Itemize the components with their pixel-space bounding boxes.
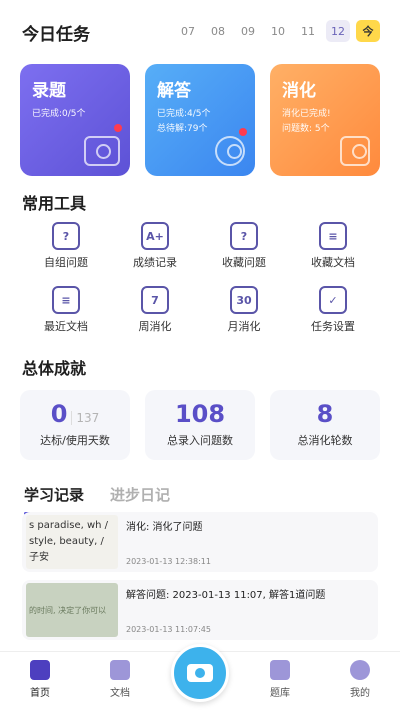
star-question-icon: ? [230, 222, 258, 250]
camera-capture-icon [187, 664, 213, 682]
tools-section-title: 常用工具 [22, 194, 87, 213]
stat-label: 总消化轮数 [297, 434, 353, 447]
tool-label: 周消化 [138, 320, 172, 333]
camera-icon [84, 136, 120, 166]
stat-days: 0 137 达标/使用天数 [20, 390, 130, 460]
home-icon [30, 660, 50, 680]
date-item-selected[interactable]: 12 [326, 20, 350, 42]
list-item[interactable]: s paradise, wh / style, beauty, / 子安 消化:… [22, 512, 378, 572]
achievement-stats: 0 137 达标/使用天数 108 总录入问题数 8 总消化轮数 [20, 390, 382, 460]
notification-dot [239, 128, 247, 136]
task-card-title: 解答 [157, 81, 191, 101]
stat-value: 8 [316, 400, 334, 428]
lightbulb-icon [215, 136, 245, 166]
record-thumbnail: 的时间, 决定了你可以 [26, 583, 118, 637]
nav-home[interactable]: 首页 [10, 660, 70, 699]
task-card-progress: 已完成:4/5个 [157, 109, 211, 119]
task-settings-icon: ✓ [319, 286, 347, 314]
stat-days-value: 0 [50, 400, 68, 428]
record-text: 消化: 消化了问题 [126, 522, 203, 533]
date-item[interactable]: 11 [296, 20, 320, 42]
stat-digest-rounds: 8 总消化轮数 [270, 390, 380, 460]
star-document-icon: ≡ [319, 222, 347, 250]
stat-questions: 108 总录入问题数 [145, 390, 255, 460]
record-list: s paradise, wh / style, beauty, / 子安 消化:… [22, 512, 378, 648]
record-text: 解答问题: 2023-01-13 11:07, 解答1道问题 [126, 590, 326, 601]
record-time: 2023-01-13 11:07:45 [126, 625, 211, 634]
header: 今日任务 07 08 09 10 11 12 今 [0, 0, 400, 60]
stat-value: 108 [174, 400, 226, 428]
stat-days-total: 137 [71, 411, 100, 425]
task-card-title: 录题 [32, 81, 66, 101]
bottom-nav: 首页 文档 题库 我的 [0, 644, 400, 711]
record-tabs: 学习记录 进步日记 [24, 484, 170, 515]
tab-progress-diary[interactable]: 进步日记 [110, 484, 170, 510]
tool-custom-question[interactable]: ? 自组问题 [26, 222, 106, 278]
tab-study-record[interactable]: 学习记录 [24, 484, 85, 515]
tool-grade-record[interactable]: A+ 成绩记录 [115, 222, 195, 278]
profile-icon [350, 660, 370, 680]
calendar-7-icon: 7 [141, 286, 169, 314]
task-card-status: 消化已完成! [282, 109, 331, 119]
date-item[interactable]: 09 [236, 20, 260, 42]
task-card-answer[interactable]: 解答 已完成:4/5个 总待解:79个 [145, 64, 255, 176]
tool-recent-documents[interactable]: ≡ 最近文档 [26, 286, 106, 342]
nav-profile[interactable]: 我的 [330, 660, 390, 699]
task-card-digest[interactable]: 消化 消化已完成! 问题数: 5个 [270, 64, 380, 176]
notification-dot [114, 124, 122, 132]
task-card-record[interactable]: 录题 已完成:0/5个 [20, 64, 130, 176]
task-cards: 录题 已完成:0/5个 解答 已完成:4/5个 总待解:79个 消化 消化已完成… [20, 64, 380, 176]
nav-label: 我的 [350, 688, 370, 699]
tool-task-settings[interactable]: ✓ 任务设置 [293, 286, 373, 342]
tool-monthly-digest[interactable]: 30 月消化 [204, 286, 284, 342]
task-card-title: 消化 [282, 81, 316, 101]
calendar-30-icon: 30 [230, 286, 258, 314]
nav-label: 文档 [110, 688, 130, 699]
task-card-pending: 总待解:79个 [157, 124, 208, 134]
document-icon [110, 660, 130, 680]
list-item[interactable]: 的时间, 决定了你可以 解答问题: 2023-01-13 11:07, 解答1道… [22, 580, 378, 640]
task-card-progress: 已完成:0/5个 [32, 109, 86, 119]
date-item[interactable]: 08 [206, 20, 230, 42]
record-time: 2023-01-13 12:38:11 [126, 557, 211, 566]
tool-label: 最近文档 [44, 320, 88, 333]
today-button[interactable]: 今 [356, 20, 380, 42]
tool-label: 自组问题 [44, 256, 88, 269]
stat-label: 达标/使用天数 [40, 434, 110, 447]
recent-document-icon: ≡ [52, 286, 80, 314]
record-thumbnail: s paradise, wh / style, beauty, / 子安 [26, 515, 118, 569]
question-doc-icon: ? [52, 222, 80, 250]
question-bank-icon [270, 660, 290, 680]
tool-label: 成绩记录 [133, 256, 177, 269]
tool-label: 收藏问题 [222, 256, 266, 269]
page-title: 今日任务 [22, 25, 90, 45]
check-box-icon [340, 136, 370, 166]
stat-label: 总录入问题数 [167, 434, 233, 447]
camera-capture-button[interactable] [171, 644, 229, 702]
grade-record-icon: A+ [141, 222, 169, 250]
tool-label: 任务设置 [311, 320, 355, 333]
date-item[interactable]: 10 [266, 20, 290, 42]
task-card-count: 问题数: 5个 [282, 124, 330, 134]
nav-documents[interactable]: 文档 [90, 660, 150, 699]
date-item[interactable]: 07 [176, 20, 200, 42]
tool-favorite-questions[interactable]: ? 收藏问题 [204, 222, 284, 278]
achievements-section-title: 总体成就 [22, 359, 87, 378]
tool-label: 收藏文档 [311, 256, 355, 269]
nav-label: 首页 [30, 688, 50, 699]
tool-label: 月消化 [227, 320, 261, 333]
nav-label: 题库 [270, 688, 290, 699]
nav-question-bank[interactable]: 题库 [250, 660, 310, 699]
stat-value: 0 137 [20, 400, 130, 428]
tool-weekly-digest[interactable]: 7 周消化 [115, 286, 195, 342]
date-strip: 07 08 09 10 11 12 今 [176, 20, 380, 42]
tool-favorite-documents[interactable]: ≡ 收藏文档 [293, 222, 373, 278]
